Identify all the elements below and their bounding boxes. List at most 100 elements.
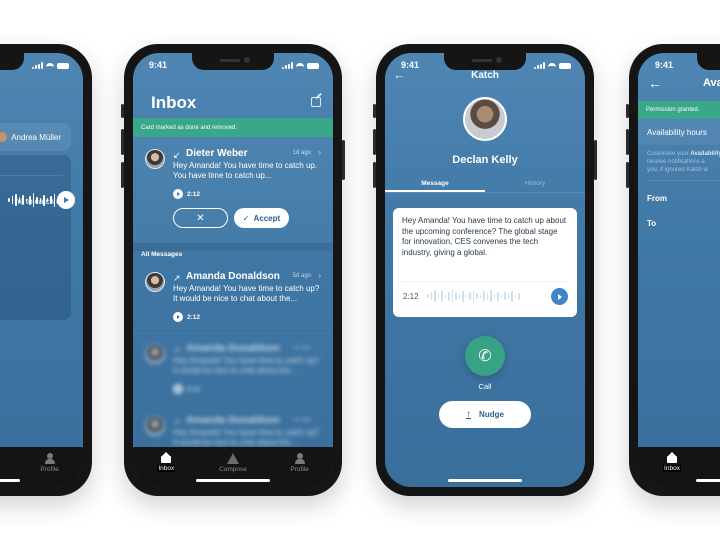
wifi-icon — [548, 63, 556, 69]
phone-availability-partial: 9:41 ← Availability Permission granted. … — [626, 44, 720, 496]
audio-clip[interactable]: 2:12 — [173, 189, 200, 199]
message-card: Hey Amanda! You have time to catch up ab… — [393, 208, 577, 317]
profile-icon — [44, 453, 55, 464]
audio-clip[interactable]: 2:12 — [173, 312, 200, 322]
waveform-bar — [469, 292, 471, 300]
avatar — [145, 272, 165, 292]
phone-inbox: 9:41 Inbox Card marked as done and remov… — [121, 44, 345, 496]
accept-button[interactable]: ✓ Accept — [234, 208, 289, 228]
contact-tag[interactable]: Andrea Müller — [0, 123, 71, 151]
screen: 9:41 ← Availability Permission granted. … — [638, 53, 720, 487]
compose-icon[interactable] — [311, 97, 321, 107]
audio-clip[interactable]: 2:12 — [173, 384, 200, 394]
list-item[interactable]: ↗ Amanda Donaldson 1d ago Hey Amanda! Yo… — [133, 338, 333, 408]
waveform-bar — [441, 291, 443, 301]
tab-label: Compose — [219, 466, 247, 473]
signal-icon — [534, 62, 545, 69]
waveform-bar — [430, 292, 432, 300]
message-preview: Hey Amanda! You have time to catch up? I… — [173, 428, 320, 447]
notch — [444, 53, 526, 70]
from-field[interactable]: From — [647, 194, 667, 203]
screen: 9:41 Inbox Card marked as done and remov… — [133, 53, 333, 487]
section-divider — [133, 243, 333, 251]
contact-name: Andrea Müller — [11, 132, 61, 142]
message-line: global. — [0, 227, 65, 237]
close-icon: ✕ — [196, 212, 205, 224]
tab-compose[interactable]: Compose — [203, 453, 263, 473]
waveform-bar — [427, 294, 429, 298]
nudge-label: Nudge — [479, 410, 504, 419]
screen: Andrea Müller ne to catch up erence? The… — [0, 53, 83, 487]
avatar — [145, 149, 165, 169]
tab-label: Profile — [290, 466, 309, 473]
waveform-bar — [448, 291, 450, 301]
waveform-bar — [18, 197, 20, 203]
sender-name: Amanda Donaldson — [186, 343, 280, 354]
tab-label: Profile — [40, 466, 59, 473]
page-title: Availability — [703, 77, 720, 89]
wifi-icon — [296, 63, 304, 69]
waveform-bar — [15, 194, 17, 206]
signal-icon — [32, 62, 43, 69]
play-icon[interactable] — [173, 189, 183, 199]
waveform-bar — [22, 195, 24, 205]
waveform-bar — [462, 290, 464, 302]
accept-label: Accept — [253, 213, 281, 223]
waveform-bar — [504, 292, 506, 300]
avatar — [0, 132, 8, 142]
to-field[interactable]: To — [647, 219, 656, 228]
waveform-bar — [11, 196, 13, 204]
list-item[interactable]: ↙ Dieter Weber 1d ago › Hey Amanda! You … — [133, 143, 333, 213]
waveform-bar — [46, 198, 48, 202]
waveform-bar — [25, 198, 27, 202]
page-title: Inbox — [151, 93, 197, 112]
tab-inbox[interactable]: Inbox — [642, 452, 702, 472]
audio-waveform[interactable] — [427, 288, 520, 304]
phone-icon: ✆ — [478, 348, 492, 365]
waveform-bar — [8, 198, 10, 202]
status-time: 9:41 — [149, 60, 168, 70]
waveform-bar — [434, 290, 436, 302]
home-indicator — [196, 479, 270, 482]
status-time: 9:41 — [655, 60, 674, 70]
wifi-icon — [46, 63, 54, 69]
waveform-bar — [483, 291, 485, 301]
signal-icon — [282, 62, 293, 69]
avatar — [145, 416, 165, 436]
nudge-button[interactable]: ↑ Nudge — [439, 401, 531, 428]
tab-inbox[interactable]: Inbox — [136, 452, 196, 472]
timestamp: 5d ago — [292, 273, 311, 279]
back-arrow-icon[interactable]: ← — [648, 75, 662, 91]
waveform-bar — [511, 290, 513, 302]
tab-profile[interactable]: Profile — [20, 453, 80, 473]
tab-message[interactable]: Message — [385, 177, 485, 192]
tab-label: Inbox — [663, 465, 681, 472]
profile-icon — [294, 453, 305, 464]
play-icon[interactable] — [173, 384, 183, 394]
play-button[interactable] — [57, 191, 75, 209]
message-preview: Hey Amanda! You have time to catch up? I… — [173, 356, 320, 375]
waveform-bar — [518, 292, 520, 300]
section-title: Availability hours — [638, 119, 720, 145]
list-item[interactable]: ↗ Amanda Donaldson 5d ago › Hey Amanda! … — [133, 266, 333, 336]
waveform-bar — [458, 293, 460, 299]
waveform-bar — [500, 294, 502, 298]
chevron-right-icon: › — [318, 271, 321, 280]
tab-strip: Message History — [385, 177, 585, 193]
audio-waveform[interactable] — [8, 193, 55, 207]
arrow-up-right-icon: ↗ — [173, 273, 181, 283]
phone-conversation-partial: Andrea Müller ne to catch up erence? The… — [0, 44, 92, 496]
waveform-bar — [39, 197, 41, 203]
play-icon[interactable] — [173, 312, 183, 322]
divider — [647, 180, 720, 181]
waveform-bar — [479, 294, 481, 298]
play-button[interactable] — [551, 288, 568, 305]
decline-button[interactable]: ✕ — [173, 208, 228, 228]
description-bold: Availability — [690, 151, 720, 157]
message-line: erence? The — [0, 207, 65, 217]
divider — [402, 281, 568, 282]
tab-history[interactable]: History — [485, 177, 585, 192]
tab-profile[interactable]: Profile — [270, 453, 330, 473]
waveform-bar — [497, 291, 499, 301]
call-button[interactable]: ✆ — [465, 336, 505, 376]
